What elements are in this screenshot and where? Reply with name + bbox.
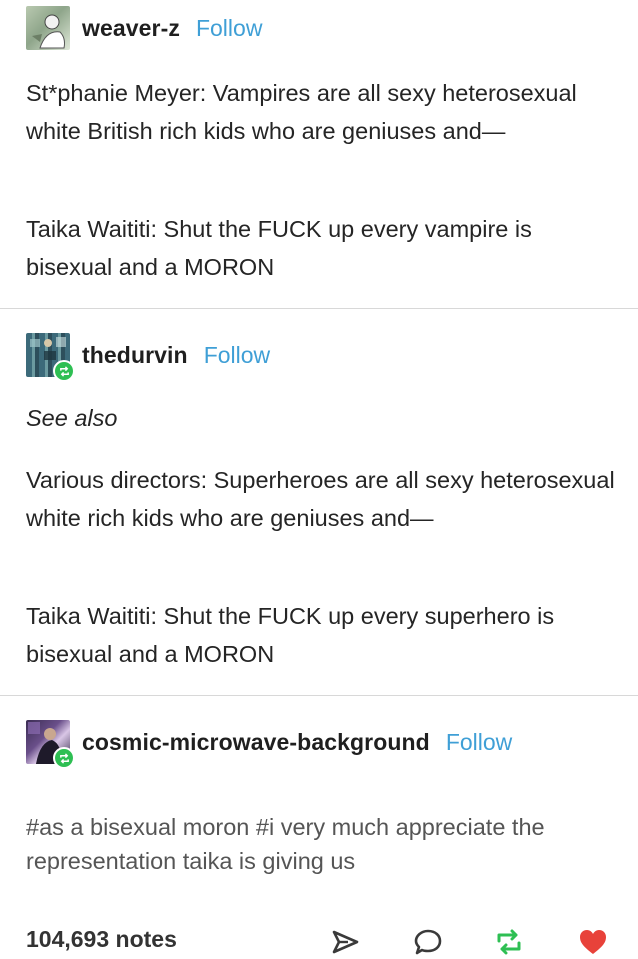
- post-tags[interactable]: #as a bisexual moron #i very much apprec…: [26, 810, 606, 878]
- post-text: Various directors: Superheroes are all s…: [26, 467, 615, 531]
- post-weaver-z: weaver-z Follow St*phanie Meyer: Vampire…: [0, 0, 638, 308]
- avatar[interactable]: [26, 720, 75, 769]
- post-cosmic-microwave-background: cosmic-microwave-background Follow #as a…: [0, 696, 638, 914]
- post-text: Taika Waititi: Shut the FUCK up every va…: [26, 216, 532, 280]
- username[interactable]: cosmic-microwave-background: [82, 729, 430, 756]
- follow-button[interactable]: Follow: [446, 729, 512, 756]
- avatar[interactable]: [26, 6, 70, 50]
- username[interactable]: thedurvin: [82, 342, 188, 369]
- username[interactable]: weaver-z: [82, 15, 180, 42]
- notes-count[interactable]: 104,693 notes: [26, 926, 177, 953]
- follow-button[interactable]: Follow: [196, 15, 262, 42]
- post-text: See also: [26, 405, 118, 431]
- post-header: weaver-z Follow: [26, 6, 262, 50]
- reply-icon[interactable]: [413, 928, 443, 956]
- reblog-icon[interactable]: [494, 928, 524, 956]
- post-thedurvin: thedurvin Follow See also Various direct…: [0, 309, 638, 695]
- post-header: thedurvin Follow: [26, 333, 270, 382]
- avatar-figure-icon: [32, 14, 65, 49]
- avatar[interactable]: [26, 333, 75, 382]
- post-text: Taika Waititi: Shut the FUCK up every su…: [26, 603, 555, 667]
- post-footer: 104,693 notes: [0, 914, 638, 959]
- post-text: St*phanie Meyer: Vampires are all sexy h…: [26, 80, 577, 144]
- like-icon[interactable]: [578, 928, 608, 956]
- reblog-badge-icon: [53, 360, 75, 382]
- post-header: cosmic-microwave-background Follow: [26, 720, 512, 769]
- reblog-badge-icon: [53, 747, 75, 769]
- follow-button[interactable]: Follow: [204, 342, 270, 369]
- share-icon[interactable]: [330, 928, 360, 956]
